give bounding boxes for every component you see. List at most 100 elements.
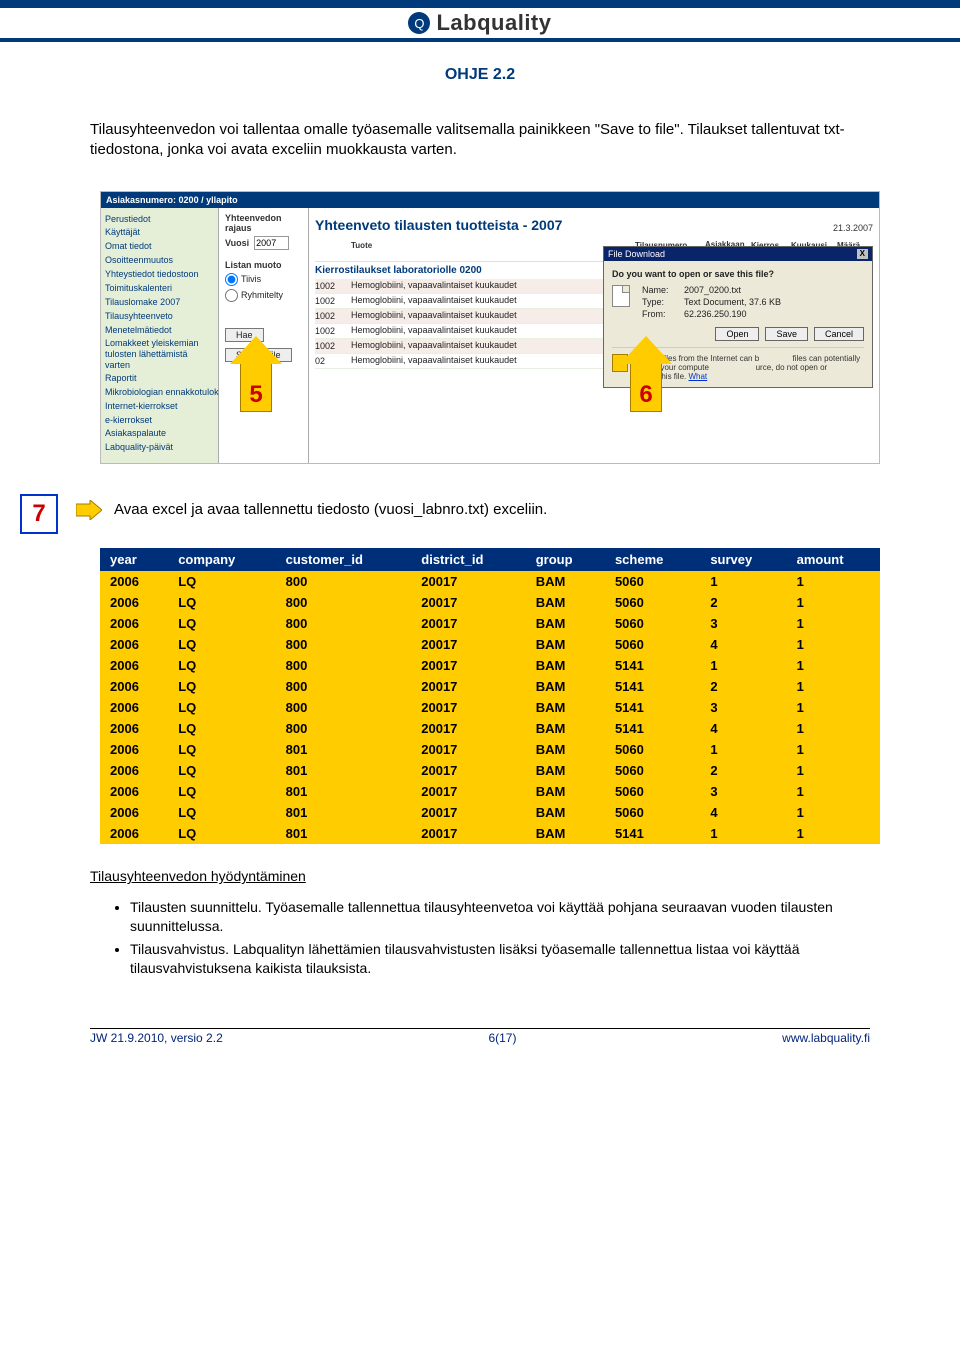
- main-panel: Yhteenveto tilausten tuotteista - 2007 2…: [309, 208, 879, 464]
- table-cell: 801: [276, 760, 412, 781]
- radio-tight[interactable]: [225, 273, 238, 286]
- table-row: 2006LQ80020017BAM506011: [100, 571, 880, 592]
- table-cell: LQ: [168, 739, 275, 760]
- logo-q-icon: Q: [408, 12, 430, 34]
- table-cell: 1: [787, 760, 880, 781]
- table-cell: 1: [787, 802, 880, 823]
- nav-item[interactable]: Labquality-päivät: [105, 441, 214, 455]
- brand-header: Q Labquality: [0, 8, 960, 42]
- nav-item[interactable]: Tilauslomake 2007: [105, 296, 214, 310]
- excel-col-header: district_id: [411, 548, 525, 571]
- nav-item[interactable]: Osoitteenmuutos: [105, 254, 214, 268]
- table-cell: 1: [787, 634, 880, 655]
- radio-grouped[interactable]: [225, 289, 238, 302]
- table-cell: 5060: [605, 781, 700, 802]
- year-label: Vuosi: [225, 238, 249, 248]
- nav-item[interactable]: e-kierrokset: [105, 414, 214, 428]
- table-cell: LQ: [168, 781, 275, 802]
- close-icon[interactable]: X: [857, 249, 868, 259]
- table-cell: 2: [700, 592, 786, 613]
- table-cell: BAM: [526, 676, 605, 697]
- table-cell: BAM: [526, 760, 605, 781]
- nav-item[interactable]: Lomakkeet yleiskemian tulosten lähettämi…: [105, 338, 214, 372]
- file-icon: [612, 285, 638, 319]
- table-cell: 1: [787, 718, 880, 739]
- table-cell: 1: [787, 697, 880, 718]
- table-cell: 2006: [100, 739, 168, 760]
- table-cell: 5060: [605, 613, 700, 634]
- table-cell: 5141: [605, 718, 700, 739]
- dialog-warning-text: While files from the Internet can b file…: [640, 354, 864, 381]
- cancel-button[interactable]: Cancel: [814, 327, 864, 341]
- table-cell: LQ: [168, 571, 275, 592]
- table-cell: 1: [700, 655, 786, 676]
- save-button[interactable]: Save: [765, 327, 808, 341]
- nav-item[interactable]: Yhteystiedot tiedostoon: [105, 268, 214, 282]
- table-row: 2006LQ80020017BAM506031: [100, 613, 880, 634]
- footer-right: www.labquality.fi: [782, 1031, 870, 1045]
- nav-item[interactable]: Tilausyhteenveto: [105, 310, 214, 324]
- nav-item[interactable]: Raportit: [105, 372, 214, 386]
- nav-item[interactable]: Mikrobiologian ennakkotulokset: [105, 386, 214, 400]
- year-input[interactable]: [254, 236, 289, 250]
- table-cell: 2006: [100, 823, 168, 844]
- excel-col-header: scheme: [605, 548, 700, 571]
- table-cell: 5141: [605, 823, 700, 844]
- table-row: 2006LQ80020017BAM514141: [100, 718, 880, 739]
- table-cell: LQ: [168, 718, 275, 739]
- app-screenshot: Asiakasnumero: 0200 / yllapito Perustied…: [100, 191, 880, 465]
- table-cell: 1: [700, 823, 786, 844]
- table-cell: 20017: [411, 655, 525, 676]
- nav-item[interactable]: Toimituskalenteri: [105, 282, 214, 296]
- table-cell: 1: [787, 739, 880, 760]
- excel-data-table: yearcompanycustomer_iddistrict_idgroupsc…: [100, 548, 880, 844]
- filter-section-layout: Listan muoto: [225, 260, 302, 270]
- table-cell: 20017: [411, 802, 525, 823]
- file-from-label: From:: [642, 309, 680, 319]
- nav-item[interactable]: Asiakaspalaute: [105, 427, 214, 441]
- file-type-value: Text Document, 37.6 KB: [684, 297, 864, 307]
- table-cell: 2006: [100, 781, 168, 802]
- table-cell: 20017: [411, 676, 525, 697]
- table-cell: LQ: [168, 823, 275, 844]
- nav-item[interactable]: Menetelmätiedot: [105, 324, 214, 338]
- context-bar-label: Asiakasnumero:: [106, 195, 176, 205]
- table-cell: 800: [276, 592, 412, 613]
- table-cell: 5060: [605, 802, 700, 823]
- table-cell: 20017: [411, 613, 525, 634]
- excel-col-header: amount: [787, 548, 880, 571]
- table-row: 2006LQ80020017BAM506041: [100, 634, 880, 655]
- context-bar: Asiakasnumero: 0200 / yllapito: [101, 192, 879, 208]
- dialog-warning-link[interactable]: What: [688, 372, 707, 381]
- table-row: 2006LQ80020017BAM514111: [100, 655, 880, 676]
- table-cell: BAM: [526, 802, 605, 823]
- open-button[interactable]: Open: [715, 327, 759, 341]
- nav-item[interactable]: Internet-kierrokset: [105, 400, 214, 414]
- table-cell: 1: [787, 655, 880, 676]
- table-cell: BAM: [526, 655, 605, 676]
- list-item: Tilausten suunnittelu. Työasemalle talle…: [130, 898, 870, 936]
- table-cell: 801: [276, 781, 412, 802]
- table-cell: 3: [700, 781, 786, 802]
- table-cell: 20017: [411, 634, 525, 655]
- table-cell: 4: [700, 634, 786, 655]
- table-cell: BAM: [526, 739, 605, 760]
- nav-item[interactable]: Perustiedot: [105, 213, 214, 227]
- nav-item[interactable]: Käyttäjät: [105, 226, 214, 240]
- table-cell: 2006: [100, 634, 168, 655]
- nav-item[interactable]: Omat tiedot: [105, 240, 214, 254]
- table-cell: 20017: [411, 697, 525, 718]
- bullet-list: Tilausten suunnittelu. Työasemalle talle…: [90, 898, 870, 978]
- table-cell: 5141: [605, 676, 700, 697]
- brand-name: Labquality: [436, 10, 551, 36]
- excel-col-header: year: [100, 548, 168, 571]
- table-cell: 1: [787, 592, 880, 613]
- table-cell: 1: [787, 613, 880, 634]
- table-cell: 20017: [411, 760, 525, 781]
- table-cell: 800: [276, 718, 412, 739]
- table-cell: LQ: [168, 592, 275, 613]
- table-cell: 1: [700, 739, 786, 760]
- filter-section-summary: Yhteenvedon rajaus: [225, 213, 302, 233]
- table-row: 2006LQ80120017BAM506011: [100, 739, 880, 760]
- table-cell: 800: [276, 655, 412, 676]
